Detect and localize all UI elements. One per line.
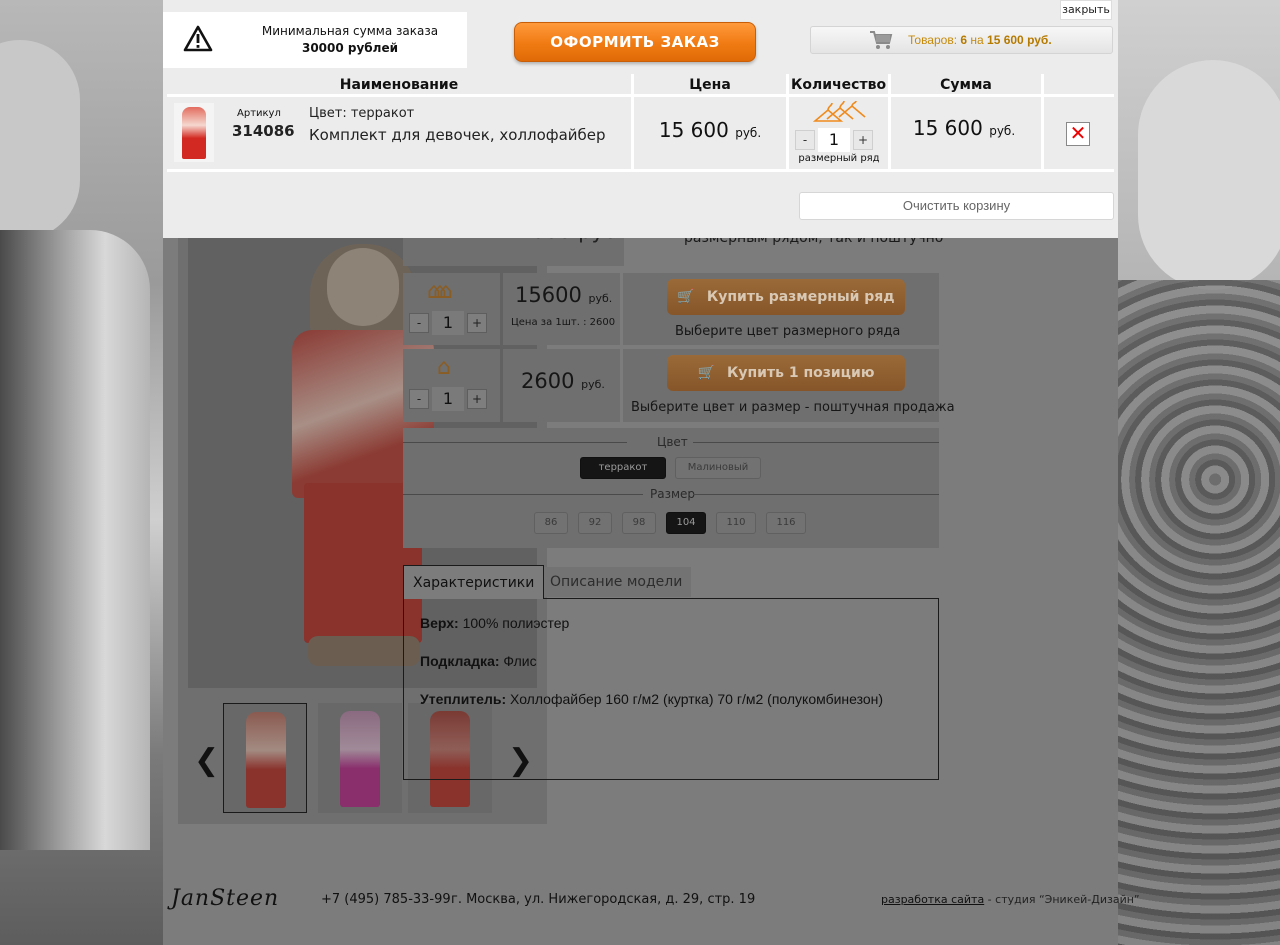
checkout-button[interactable]: ОФОРМИТЬ ЗАКАЗ <box>514 22 756 62</box>
chevron-left-icon[interactable]: ❮ <box>194 743 219 778</box>
size-set-qty-cell: ⌂⌂⌂ - 1 + <box>403 273 500 345</box>
single-qty-stepper: - 1 + <box>409 387 487 411</box>
min-order-notice: Минимальная сумма заказа 30000 рублей <box>163 12 467 68</box>
column-header-name: Наименование <box>339 77 459 93</box>
qty-value[interactable]: 1 <box>432 311 464 335</box>
cart-summary[interactable]: Товаров: 6 на 15 600 руб. <box>810 26 1113 54</box>
warning-icon <box>183 25 213 52</box>
background-child-face <box>1138 60 1280 290</box>
hanger-set-icon <box>813 100 866 122</box>
developer-link[interactable]: разработка сайта <box>881 893 984 906</box>
size-option-92[interactable]: 92 <box>578 512 612 534</box>
clear-cart-button[interactable]: Очистить корзину <box>799 192 1114 220</box>
tab-model-description[interactable]: Описание модели <box>541 567 692 597</box>
size-label: Размер <box>650 487 696 501</box>
color-option-terracotta[interactable]: терракот <box>580 457 666 479</box>
cart-icon: 🛒 <box>697 365 715 381</box>
size-option-86[interactable]: 86 <box>534 512 568 534</box>
min-order-text: Минимальная сумма заказа 30000 рублей <box>261 24 439 55</box>
single-hint: Выберите цвет и размер - поштучная прода… <box>631 400 955 415</box>
sku-label: Артикул <box>237 108 281 119</box>
column-header-qty: Количество <box>790 77 887 93</box>
color-label: Цвет <box>657 435 688 449</box>
color-option-raspberry[interactable]: Малиновый <box>675 457 761 479</box>
unit-price-note: Цена за 1шт. : 2600 <box>511 317 616 328</box>
qty-plus-button[interactable]: + <box>467 389 487 409</box>
cart-item-thumbnail[interactable] <box>174 103 214 162</box>
spec-outer: Верх: 100% полиэстер <box>420 615 570 631</box>
size-option-104[interactable]: 104 <box>666 512 706 534</box>
size-set-qty-stepper: - 1 + <box>409 311 487 335</box>
cart-icon: 🛒 <box>677 289 695 305</box>
background-child-coat <box>1118 280 1280 945</box>
cart-qty-stepper: - 1 + <box>795 128 873 152</box>
product-options: Цвет терракот Малиновый Размер 86 92 98 … <box>403 428 939 548</box>
background-child-jacket <box>0 230 150 850</box>
footer-phone: +7 (495) 785-33-99 <box>321 892 451 907</box>
single-buy-cell: 🛒 Купить 1 позицию Выберите цвет и размер… <box>623 349 955 422</box>
background-photo-left <box>0 0 163 945</box>
size-set-price: 15600 руб. <box>515 283 613 307</box>
size-set-hint: Выберите цвет размерного ряда <box>675 324 901 339</box>
buy-size-set-button[interactable]: 🛒 Купить размерный ряд <box>667 279 905 315</box>
hanger-icon: ⌂ <box>437 355 451 380</box>
size-option-98[interactable]: 98 <box>622 512 656 534</box>
cart-item-color: Цвет: терракот <box>309 106 415 121</box>
hanger-set-icon: ⌂⌂⌂ <box>427 279 453 304</box>
site-footer: JanSteen +7 (495) 785-33-99 г. Москва, у… <box>163 870 1140 945</box>
qty-minus-button[interactable]: - <box>409 389 429 409</box>
size-set-buy-cell: 🛒 Купить размерный ряд Выберите цвет разм… <box>623 273 939 345</box>
qty-value[interactable]: 1 <box>432 387 464 411</box>
cart-item-name[interactable]: Комплект для девочек, холлофайбер <box>309 126 606 144</box>
cart-icon <box>870 31 893 49</box>
close-cart-button[interactable]: закрыть <box>1060 0 1112 20</box>
tab-characteristics[interactable]: Характеристики <box>403 565 545 599</box>
qty-minus-button[interactable]: - <box>795 130 815 150</box>
thumbnail-2[interactable] <box>318 703 402 813</box>
sku-value: 314086 <box>232 122 295 140</box>
background-child-face <box>0 40 80 240</box>
spec-lining: Подкладка: Флис <box>420 653 537 669</box>
tab-panel-characteristics: Верх: 100% полиэстер Подкладка: Флис Уте… <box>403 598 939 780</box>
footer-developer: разработка сайта - студия “Эникей-Дизайн… <box>881 893 1140 906</box>
column-header-price: Цена <box>689 77 731 93</box>
qty-minus-button[interactable]: - <box>409 313 429 333</box>
qty-unit-label: размерный ряд <box>798 153 880 164</box>
qty-value[interactable]: 1 <box>818 128 850 152</box>
cart-item-price: 15 600 руб. <box>658 118 762 142</box>
single-price: 2600 руб. <box>521 369 605 393</box>
single-qty-cell: ⌂ - 1 + <box>403 349 500 422</box>
brand-logo[interactable]: JanSteen <box>171 886 279 911</box>
buy-single-button[interactable]: 🛒 Купить 1 позицию <box>667 355 905 391</box>
single-price-cell: 2600 руб. <box>503 349 620 422</box>
cart-popup: закрыть Минимальная сумма заказа 30000 р… <box>163 0 1118 238</box>
size-option-110[interactable]: 110 <box>716 512 756 534</box>
thumbnail-1[interactable] <box>223 703 307 813</box>
footer-address: г. Москва, ул. Нижегородская, д. 29, стр… <box>451 892 756 907</box>
size-set-price-cell: 15600 руб. Цена за 1шт. : 2600 <box>503 273 620 345</box>
qty-plus-button[interactable]: + <box>467 313 487 333</box>
spec-insulation: Утеплитель: Холлофайбер 160 г/м2 (куртка… <box>420 691 884 707</box>
size-option-116[interactable]: 116 <box>766 512 806 534</box>
close-x-icon[interactable]: ✕ <box>1066 122 1090 146</box>
cart-item-sum: 15 600 руб. <box>912 116 1016 140</box>
background-photo-right <box>1118 0 1280 945</box>
column-header-sum: Сумма <box>940 77 992 93</box>
qty-plus-button[interactable]: + <box>853 130 873 150</box>
